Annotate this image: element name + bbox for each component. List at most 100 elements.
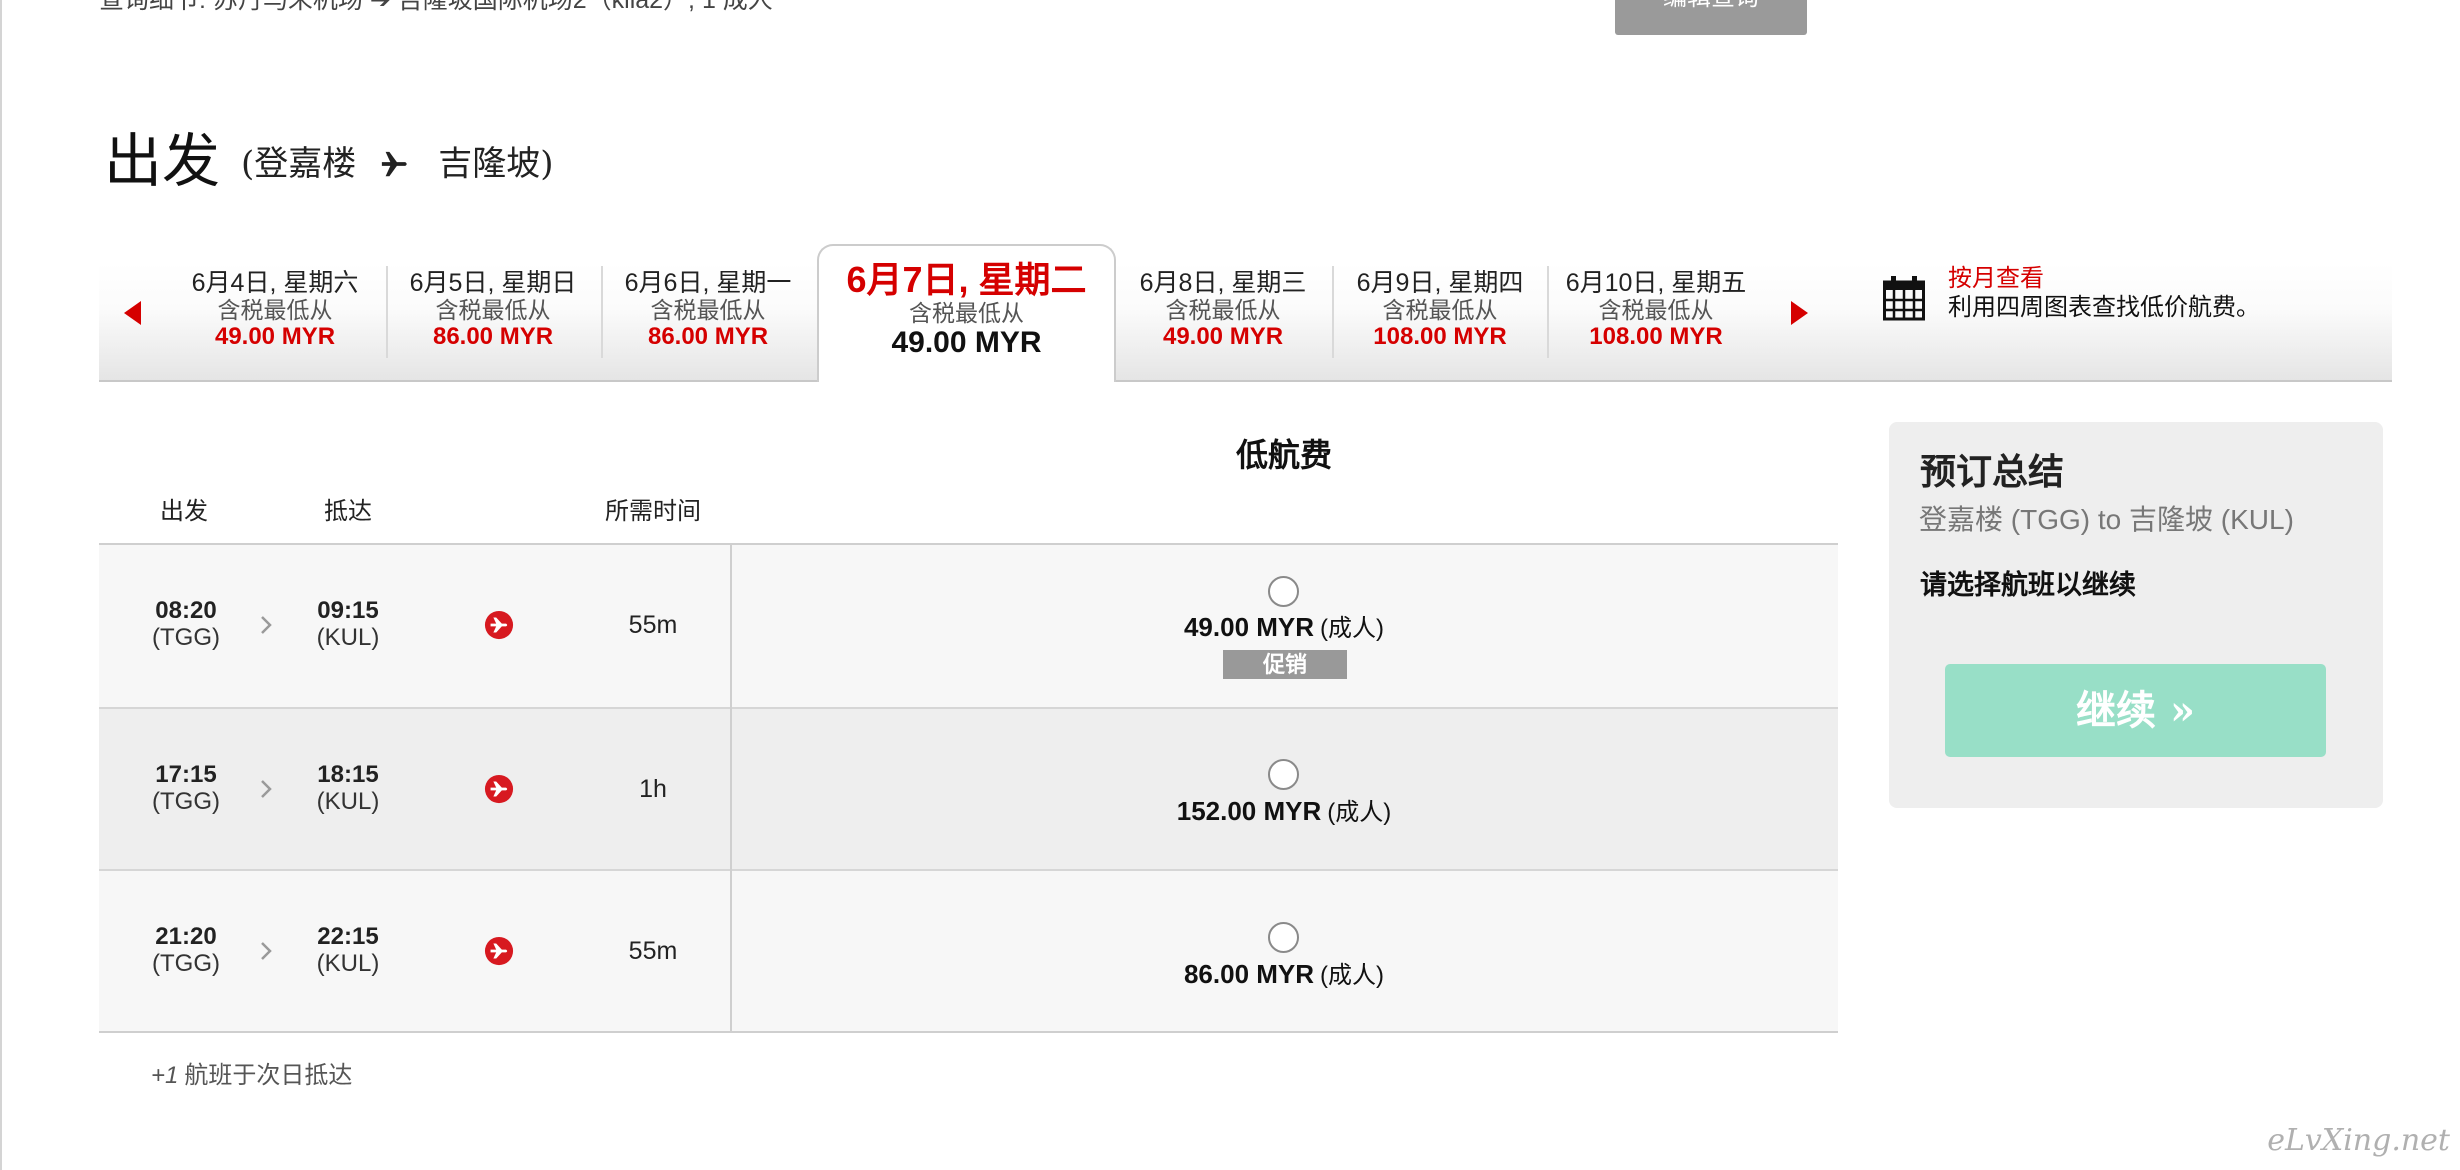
tab-price-label: 含税最低从: [435, 297, 551, 323]
tab-price-label: 含税最低从: [217, 297, 333, 323]
tab-price: 108.00 MYR: [1589, 323, 1723, 350]
tab-price: 108.00 MYR: [1373, 323, 1507, 350]
tab-date: 6月8日, 星期三: [1139, 269, 1307, 297]
tab-date: 6月6日, 星期一: [624, 269, 792, 297]
fare-price: 152.00 MYR (成人): [1084, 796, 1484, 831]
chevron-right-icon: [259, 940, 273, 962]
tab-price-label: 含税最低从: [650, 297, 766, 323]
fare-radio-button[interactable]: [1268, 576, 1299, 607]
date-tab[interactable]: 6月10日, 星期五 含税最低从 108.00 MYR: [1548, 270, 1764, 350]
arrival-info: 09:15 (KUL): [288, 598, 408, 652]
next-day-marker: +1: [151, 1062, 179, 1089]
departure-airport-code: (TGG): [152, 788, 220, 815]
booking-summary-panel: 预订总结 登嘉楼 (TGG) to 吉隆坡 (KUL) 请选择航班以继续 继续 …: [1889, 422, 2383, 808]
tab-date: 6月10日, 星期五: [1565, 269, 1747, 297]
passenger-type: (成人): [1320, 615, 1385, 642]
departure-info: 21:20 (TGG): [126, 924, 246, 978]
departure-time: 08:20: [155, 597, 217, 624]
route-close-paren: ): [540, 144, 554, 184]
monthly-view-link[interactable]: 按月查看: [1948, 265, 2044, 293]
tab-price-label: 含税最低从: [1165, 297, 1281, 323]
passenger-type: (成人): [1320, 962, 1385, 989]
booking-summary-route: 登嘉楼 (TGG) to 吉隆坡 (KUL): [1919, 504, 2294, 535]
departure-time: 21:20: [155, 923, 217, 950]
departure-info: 08:20 (TGG): [126, 598, 246, 652]
fare-price: 86.00 MYR (成人): [1084, 959, 1484, 994]
tab-price-label: 含税最低从: [1598, 297, 1714, 323]
flight-table: 08:20 (TGG) 09:15 (KUL) 55m 49.00 MYR (成人…: [99, 543, 1838, 1033]
next-day-footnote: +1 航班于次日抵达: [151, 1062, 352, 1090]
arrival-time: 18:15: [317, 761, 379, 788]
search-summary: 查询细节: 苏丹马末机场 ➔ 吉隆坡国际机场2（klia2）, 1 成人: [99, 0, 773, 14]
calendar-icon[interactable]: [1882, 275, 1926, 321]
chevron-right-icon: [259, 778, 273, 800]
fare-column-header: 低航费: [1235, 436, 1332, 474]
continue-button[interactable]: 继续 »: [1945, 664, 2326, 757]
flight-row: 08:20 (TGG) 09:15 (KUL) 55m 49.00 MYR (成人…: [99, 545, 1838, 707]
page-title: 出发: [104, 127, 221, 195]
airline-logo-icon: [484, 936, 514, 966]
footnote-text: 航班于次日抵达: [184, 1062, 353, 1089]
column-header-duration: 所需时间: [605, 498, 701, 525]
airline-logo-icon: [484, 774, 514, 804]
triangle-left-icon[interactable]: [124, 301, 141, 325]
route-subtitle: ( 登嘉楼 吉隆坡 ): [241, 146, 554, 182]
booking-summary-title: 预订总结: [1920, 451, 2065, 493]
select-flight-prompt: 请选择航班以继续: [1920, 570, 2136, 601]
arrival-info: 22:15 (KUL): [288, 924, 408, 978]
flight-duration: 55m: [628, 611, 678, 639]
tab-date: 6月5日, 星期日: [409, 269, 577, 297]
chevron-right-icon: [259, 614, 273, 636]
tab-price: 49.00 MYR: [214, 323, 336, 350]
fare-amount: 86.00 MYR: [1183, 959, 1315, 989]
flight-row: 17:15 (TGG) 18:15 (KUL) 1h 152.00 MYR (成人…: [99, 707, 1838, 869]
monthly-view-description: 利用四周图表查找低价航费。: [1948, 294, 2260, 321]
departure-time: 17:15: [155, 761, 217, 788]
date-tab[interactable]: 6月4日, 星期六 含税最低从 49.00 MYR: [167, 270, 383, 350]
flight-duration: 1h: [639, 775, 667, 803]
fare-amount: 49.00 MYR: [1183, 612, 1315, 642]
passenger-type: (成人): [1327, 799, 1392, 826]
flight-duration: 55m: [628, 937, 678, 965]
tab-date: 6月7日, 星期二: [846, 259, 1087, 300]
date-tab[interactable]: 6月8日, 星期三 含税最低从 49.00 MYR: [1115, 270, 1331, 350]
departure-info: 17:15 (TGG): [126, 762, 246, 816]
arrival-airport-code: (KUL): [316, 788, 380, 815]
tab-price: 86.00 MYR: [432, 323, 554, 350]
promo-badge: 促销: [1223, 650, 1347, 679]
edit-search-button[interactable]: 编辑查询: [1615, 0, 1807, 35]
date-tab[interactable]: 6月6日, 星期一 含税最低从 86.00 MYR: [600, 270, 816, 350]
departure-airport-code: (TGG): [152, 950, 220, 977]
tab-date: 6月9日, 星期四: [1356, 269, 1524, 297]
column-header-arrive: 抵达: [324, 498, 372, 525]
fare-amount: 152.00 MYR: [1176, 796, 1322, 826]
arrival-info: 18:15 (KUL): [288, 762, 408, 816]
watermark: eLvXing.net: [2267, 1123, 2450, 1158]
tab-date: 6月4日, 星期六: [191, 269, 359, 297]
triangle-right-icon[interactable]: [1791, 301, 1808, 325]
date-tab[interactable]: 6月9日, 星期四 含税最低从 108.00 MYR: [1332, 270, 1548, 350]
date-tab-selected[interactable]: 6月7日, 星期二 含税最低从 49.00 MYR: [817, 244, 1116, 382]
departure-airport-code: (TGG): [152, 624, 220, 651]
fare-price: 49.00 MYR (成人): [1084, 612, 1484, 647]
route-origin: 登嘉楼: [254, 144, 357, 184]
tab-price-label: 含税最低从: [909, 300, 1024, 326]
fare-radio-button[interactable]: [1268, 759, 1299, 790]
airline-logo-icon: [484, 610, 514, 640]
arrival-time: 09:15: [317, 597, 379, 624]
tab-price: 86.00 MYR: [647, 323, 769, 350]
column-divider: [730, 545, 732, 1031]
tab-price: 49.00 MYR: [1162, 323, 1284, 350]
tab-price-label: 含税最低从: [1382, 297, 1498, 323]
plane-icon: [380, 149, 410, 179]
date-tab[interactable]: 6月5日, 星期日 含税最低从 86.00 MYR: [385, 270, 601, 350]
arrival-airport-code: (KUL): [316, 950, 380, 977]
flight-row: 21:20 (TGG) 22:15 (KUL) 55m 86.00 MYR (成人…: [99, 869, 1838, 1031]
arrival-airport-code: (KUL): [316, 624, 380, 651]
arrival-time: 22:15: [317, 923, 379, 950]
page-edge: [0, 0, 2, 1170]
tab-price: 49.00 MYR: [891, 326, 1042, 359]
route-destination: 吉隆坡: [438, 144, 541, 184]
fare-radio-button[interactable]: [1268, 922, 1299, 953]
route-open-paren: (: [241, 144, 255, 184]
